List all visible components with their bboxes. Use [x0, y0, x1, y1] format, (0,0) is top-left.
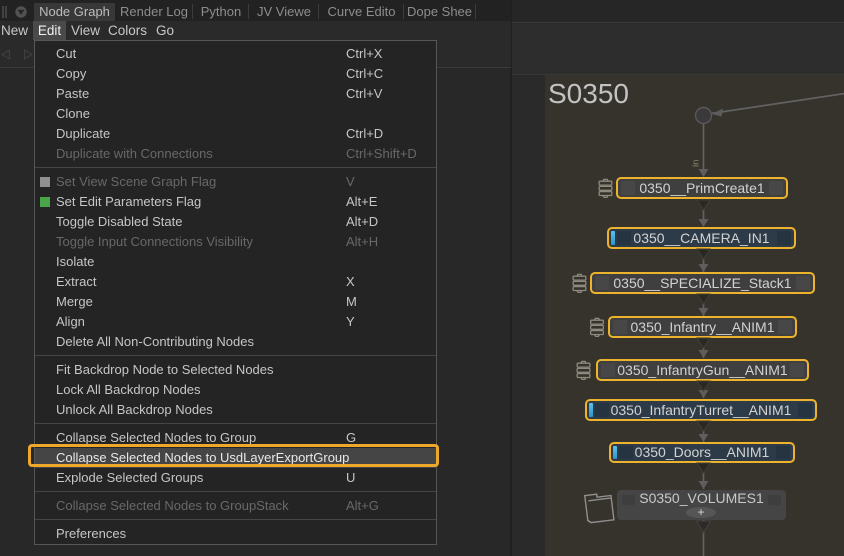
svg-text:in: in — [691, 160, 702, 167]
